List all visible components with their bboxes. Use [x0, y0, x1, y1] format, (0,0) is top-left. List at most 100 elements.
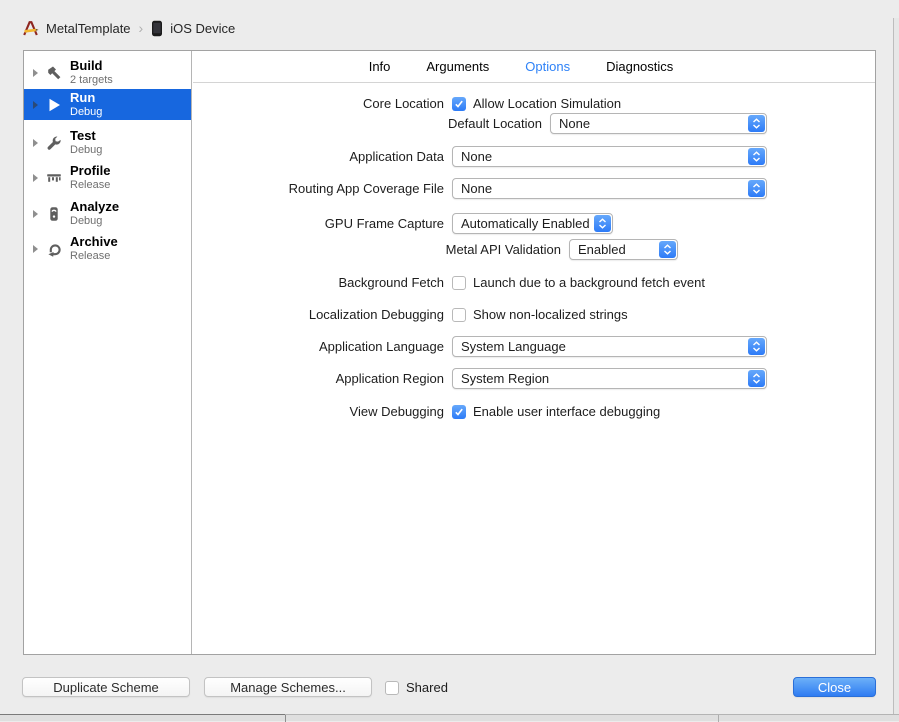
tab-info[interactable]: Info: [369, 59, 391, 74]
tab-diagnostics[interactable]: Diagnostics: [606, 59, 673, 74]
sidebar-item-build[interactable]: Build 2 targets: [24, 57, 191, 88]
enable-ui-debugging-checkbox[interactable]: [452, 404, 466, 419]
analyze-icon: [45, 205, 62, 222]
sidebar-item-label: Run: [70, 89, 96, 105]
tab-options[interactable]: Options: [525, 59, 570, 74]
sidebar-item-sublabel: Release: [70, 249, 111, 262]
gpu-frame-capture-popup[interactable]: Automatically Enabled: [452, 213, 613, 234]
disclosure-triangle-icon[interactable]: [33, 138, 38, 147]
checkmark-icon: [455, 408, 463, 416]
background-window-bottom-edge: [0, 714, 899, 722]
metal-api-validation-row: Metal API Validation Enabled: [193, 239, 875, 260]
disclosure-triangle-icon[interactable]: [33, 100, 38, 109]
popup-stepper-icon: [748, 180, 765, 197]
view-debugging-row: View Debugging Enable user interface deb…: [193, 401, 875, 422]
checkbox-label: Enable user interface debugging: [473, 404, 661, 419]
sidebar-item-sublabel: Debug: [70, 105, 103, 118]
application-language-label: Application Language: [318, 339, 444, 354]
sidebar-item-analyze[interactable]: Analyze Debug: [24, 198, 191, 229]
application-language-row: Application Language System Language: [193, 336, 875, 357]
routing-app-coverage-popup[interactable]: None: [452, 178, 767, 199]
disclosure-triangle-icon[interactable]: [33, 173, 38, 182]
gpu-frame-capture-row: GPU Frame Capture Automatically Enabled: [193, 213, 875, 234]
ios-device-icon: [151, 20, 163, 37]
popup-stepper-icon: [594, 215, 611, 232]
view-debugging-label: View Debugging: [349, 404, 444, 419]
application-data-label: Application Data: [349, 149, 444, 164]
popup-value: Automatically Enabled: [461, 216, 590, 231]
allow-location-simulation-checkbox[interactable]: [452, 96, 466, 111]
sidebar-item-sublabel: 2 targets: [70, 73, 113, 86]
sidebar-item-label: Archive: [70, 233, 118, 249]
metal-api-validation-label: Metal API Validation: [445, 242, 561, 257]
scheme-editor-sheet: MetalTemplate › iOS Device Build 2 targe…: [0, 0, 899, 722]
popup-value: System Region: [461, 371, 550, 386]
disclosure-triangle-icon[interactable]: [33, 244, 38, 253]
breadcrumb: MetalTemplate › iOS Device: [22, 17, 235, 39]
popup-stepper-icon: [748, 115, 765, 132]
popup-stepper-icon: [748, 148, 765, 165]
breadcrumb-chevron-icon: ›: [138, 20, 144, 36]
popup-value: None: [461, 181, 493, 196]
default-location-label: Default Location: [448, 116, 542, 131]
popup-stepper-icon: [659, 241, 676, 258]
run-play-icon: [45, 96, 62, 113]
application-data-row: Application Data None: [193, 146, 875, 167]
options-panel: Info Arguments Options Diagnostics Core …: [193, 51, 875, 654]
metal-api-validation-popup[interactable]: Enabled: [569, 239, 678, 260]
disclosure-triangle-icon[interactable]: [33, 209, 38, 218]
application-data-popup[interactable]: None: [452, 146, 767, 167]
background-fetch-label: Background Fetch: [338, 275, 444, 290]
default-location-popup[interactable]: None: [550, 113, 767, 134]
tab-bar: Info Arguments Options Diagnostics: [193, 51, 875, 83]
sidebar-item-sublabel: Debug: [70, 143, 103, 156]
scheme-actions-sidebar: Build 2 targets Run Debug Test Debug Pro…: [24, 51, 192, 654]
application-region-label: Application Region: [335, 371, 444, 386]
profile-caliper-icon: [45, 169, 62, 186]
background-fetch-row: Background Fetch Launch due to a backgro…: [193, 272, 875, 293]
core-location-label: Core Location: [363, 96, 444, 111]
shared-control: Shared: [385, 680, 448, 695]
sidebar-item-sublabel: Debug: [70, 214, 103, 227]
close-button[interactable]: Close: [793, 677, 876, 697]
popup-value: None: [461, 149, 493, 164]
shared-checkbox[interactable]: [385, 680, 399, 695]
core-location-row: Core Location Allow Location Simulation: [193, 93, 875, 114]
build-hammer-icon: [45, 64, 62, 81]
background-window-divider: [0, 714, 285, 715]
manage-schemes-button[interactable]: Manage Schemes...: [204, 677, 372, 697]
application-region-popup[interactable]: System Region: [452, 368, 767, 389]
sidebar-item-test[interactable]: Test Debug: [24, 127, 191, 158]
checkbox-label: Show non-localized strings: [473, 307, 628, 322]
destination-selector[interactable]: iOS Device: [170, 21, 235, 36]
sidebar-item-label: Build: [70, 57, 103, 73]
test-wrench-icon: [45, 134, 62, 151]
sidebar-item-profile[interactable]: Profile Release: [24, 162, 191, 193]
duplicate-scheme-button[interactable]: Duplicate Scheme: [22, 677, 190, 697]
scheme-selector[interactable]: MetalTemplate: [46, 21, 131, 36]
sidebar-item-label: Profile: [70, 162, 111, 178]
routing-app-coverage-label: Routing App Coverage File: [288, 181, 444, 196]
content-box: Build 2 targets Run Debug Test Debug Pro…: [23, 50, 876, 655]
sidebar-item-label: Analyze: [70, 198, 120, 214]
popup-value: System Language: [461, 339, 566, 354]
sidebar-item-archive[interactable]: Archive Release: [24, 233, 191, 264]
gpu-frame-capture-label: GPU Frame Capture: [324, 216, 444, 231]
background-fetch-checkbox[interactable]: [452, 275, 466, 290]
background-window-right-edge: [893, 18, 899, 714]
checkmark-icon: [455, 100, 463, 108]
localization-debugging-label: Localization Debugging: [308, 307, 444, 322]
popup-value: None: [559, 116, 591, 131]
disclosure-triangle-icon[interactable]: [33, 68, 38, 77]
application-language-popup[interactable]: System Language: [452, 336, 767, 357]
popup-stepper-icon: [748, 338, 765, 355]
sidebar-item-label: Test: [70, 127, 96, 143]
default-location-row: Default Location None: [193, 113, 875, 134]
shared-label: Shared: [406, 680, 448, 695]
archive-icon: [45, 240, 62, 257]
sidebar-item-run[interactable]: Run Debug: [24, 89, 191, 120]
tab-arguments[interactable]: Arguments: [426, 59, 489, 74]
show-non-localized-strings-checkbox[interactable]: [452, 307, 466, 322]
sidebar-item-sublabel: Release: [70, 178, 111, 191]
routing-app-coverage-row: Routing App Coverage File None: [193, 178, 875, 199]
